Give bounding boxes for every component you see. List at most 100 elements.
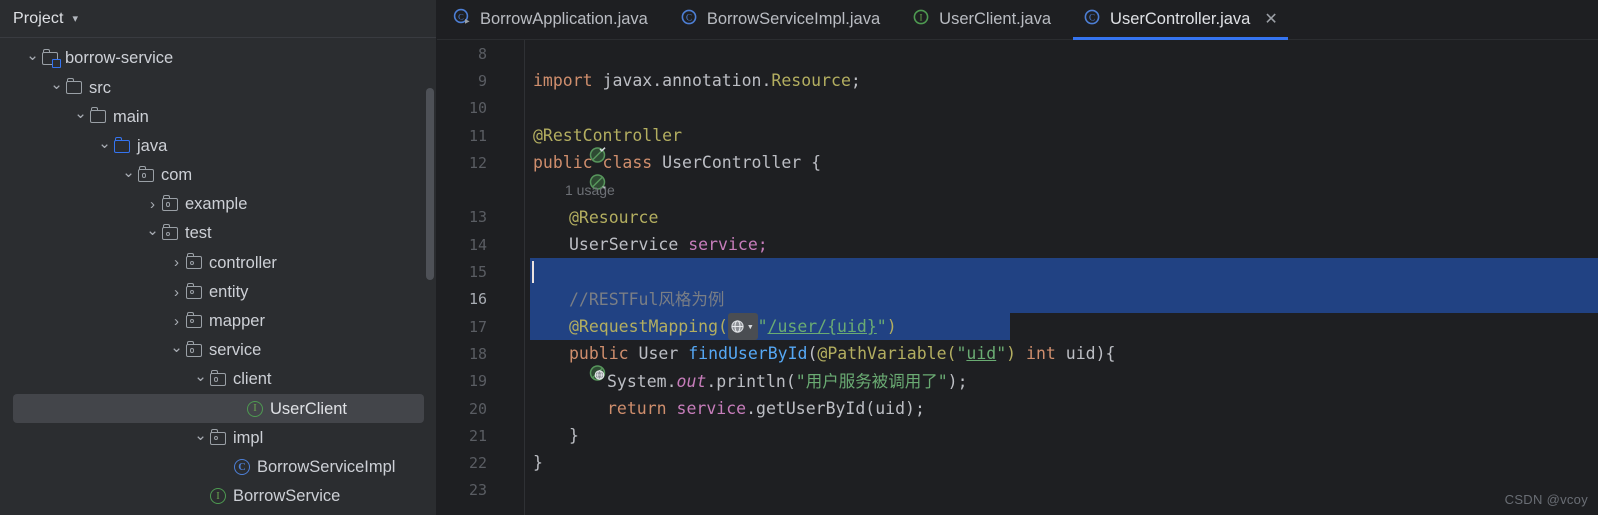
tree-item-example[interactable]: example bbox=[0, 190, 437, 219]
code-line: 12 public class UserController { bbox=[437, 149, 1598, 190]
code-text: public class UserController { bbox=[533, 149, 821, 176]
tree-item-test[interactable]: test bbox=[0, 219, 437, 248]
chevron-right-icon[interactable] bbox=[169, 255, 184, 270]
tree-item-entity[interactable]: entity bbox=[0, 278, 437, 307]
chevron-down-icon[interactable] bbox=[25, 51, 40, 66]
url-globe-chip[interactable]: ▾ bbox=[727, 312, 758, 341]
chevron-down-icon[interactable]: ▾ bbox=[73, 14, 79, 25]
token-punct: ( bbox=[807, 344, 818, 364]
code-text: UserService service; bbox=[569, 231, 768, 258]
line-number: 8 bbox=[477, 44, 487, 63]
token-url[interactable]: /user/{uid} bbox=[768, 317, 877, 336]
token-path-var[interactable]: uid bbox=[966, 344, 996, 363]
code-text: return service.getUserById(uid); bbox=[607, 395, 925, 422]
editor-panel: C BorrowApplication.java C BorrowServiceImp… bbox=[437, 0, 1598, 515]
class-icon: C bbox=[680, 8, 698, 31]
tree-item-src[interactable]: src bbox=[0, 73, 437, 102]
line-number: 18 bbox=[468, 344, 487, 363]
tree-item-userclient[interactable]: I UserClient bbox=[13, 394, 424, 424]
tree-item-main[interactable]: main bbox=[0, 102, 437, 131]
chevron-right-icon[interactable] bbox=[169, 314, 184, 329]
code-text: //RESTFul风格为例 bbox=[569, 289, 725, 309]
code-line: 23 bbox=[437, 477, 1598, 504]
usage-hint[interactable]: 1 usage bbox=[565, 182, 615, 198]
folder-icon bbox=[66, 78, 82, 95]
chevron-right-icon[interactable] bbox=[169, 285, 184, 300]
token-punct: ) bbox=[886, 316, 897, 336]
sidebar-scrollbar-thumb[interactable] bbox=[426, 88, 434, 280]
tree-item-label: mapper bbox=[209, 312, 265, 331]
token-punct: ) bbox=[1095, 344, 1106, 364]
tree-item-borrowservice[interactable]: I BorrowService bbox=[0, 482, 437, 511]
chevron-down-icon[interactable] bbox=[169, 343, 184, 358]
token-keyword: public bbox=[533, 153, 593, 173]
token-method: findUserById bbox=[688, 344, 808, 364]
tree-item-com[interactable]: com bbox=[0, 161, 437, 190]
line-number: 13 bbox=[468, 208, 487, 227]
tree-item-label: com bbox=[161, 166, 193, 185]
editor-tab-borrowserviceimpl[interactable]: C BorrowServiceImpl.java bbox=[664, 0, 896, 39]
tree-item-label: service bbox=[209, 341, 262, 360]
line-number: 19 bbox=[468, 372, 487, 391]
token-string: "用户服务被调用了" bbox=[795, 371, 948, 391]
ide-window: Project ▾ borrow-service src main java com ex… bbox=[0, 0, 1598, 515]
line-number: 22 bbox=[468, 454, 487, 473]
chevron-down-icon[interactable] bbox=[97, 139, 112, 154]
chevron-down-icon[interactable] bbox=[121, 168, 136, 183]
spring-bean-gutter-icon[interactable] bbox=[493, 127, 606, 163]
code-line: 20 return service.getUserById(uid); bbox=[437, 395, 1598, 422]
code-line-selected: 17 @RequestMapping(▾ "/user/{uid}") bbox=[437, 312, 1598, 341]
line-number: 11 bbox=[468, 126, 487, 145]
chevron-down-icon[interactable] bbox=[193, 431, 208, 446]
tree-item-client[interactable]: client bbox=[0, 365, 437, 394]
token-keyword: int bbox=[1026, 344, 1056, 364]
code-text: import javax.annotation.Resource; bbox=[533, 67, 861, 94]
code-line-selected: 18 public User findUserById(@PathVariabl… bbox=[437, 340, 1598, 381]
package-icon bbox=[186, 253, 202, 270]
tree-item-impl[interactable]: impl bbox=[0, 423, 437, 452]
chevron-down-icon[interactable] bbox=[145, 226, 160, 241]
line-number: 16 bbox=[468, 290, 487, 309]
package-icon bbox=[186, 311, 202, 328]
tree-item-borrowserviceimpl[interactable]: C BorrowServiceImpl bbox=[0, 453, 437, 482]
line-number: 12 bbox=[468, 153, 487, 172]
spring-bean-gutter-icon[interactable] bbox=[493, 154, 606, 190]
code-line-selected: 16 //RESTFul风格为例 bbox=[437, 286, 1598, 313]
tree-item-label: src bbox=[89, 78, 111, 97]
svg-text:C: C bbox=[458, 11, 464, 21]
sidebar-header[interactable]: Project ▾ bbox=[0, 0, 437, 38]
code-line: 21 } bbox=[437, 422, 1598, 449]
tree-item-controller[interactable]: controller bbox=[0, 248, 437, 277]
tree-item-borrow-service[interactable]: borrow-service bbox=[0, 44, 437, 73]
code-text: } bbox=[569, 426, 579, 446]
token-punct: ; bbox=[757, 235, 768, 255]
token-string: " bbox=[876, 316, 887, 336]
token-class: UserController bbox=[662, 153, 802, 173]
tree-item-service[interactable]: service bbox=[0, 336, 437, 365]
token-punct: ); bbox=[947, 371, 968, 391]
editor-tab-usercontroller[interactable]: C UserController.java ✕ bbox=[1067, 0, 1294, 40]
tree-item-label: impl bbox=[233, 428, 264, 447]
editor-tab-borrowapplication[interactable]: C BorrowApplication.java bbox=[437, 0, 664, 39]
code-editor[interactable]: 8 9 import javax.annotation.Resource; 10… bbox=[437, 40, 1598, 515]
chevron-down-icon[interactable] bbox=[49, 80, 64, 95]
spring-class-icon: C bbox=[453, 8, 471, 31]
chevron-right-icon[interactable] bbox=[145, 197, 160, 212]
tree-item-label: UserClient bbox=[270, 399, 348, 418]
interface-icon: I bbox=[210, 488, 226, 505]
chevron-down-icon[interactable]: ▾ bbox=[745, 313, 756, 340]
line-number: 15 bbox=[468, 263, 487, 282]
chevron-down-icon[interactable] bbox=[73, 109, 88, 124]
close-icon[interactable]: ✕ bbox=[1264, 11, 1277, 28]
token-class: Resource bbox=[771, 71, 851, 91]
editor-tab-userclient[interactable]: I UserClient.java bbox=[896, 0, 1067, 39]
package-icon bbox=[138, 165, 154, 182]
token-field: service bbox=[688, 235, 758, 255]
chevron-down-icon[interactable] bbox=[193, 372, 208, 387]
code-line: 11 @RestController bbox=[437, 122, 1598, 163]
project-tree: borrow-service srcmain java com example test c… bbox=[0, 38, 437, 511]
web-endpoint-gutter-icon[interactable] bbox=[493, 345, 606, 381]
tree-item-java[interactable]: java bbox=[0, 132, 437, 161]
token-package: javax.annotation. bbox=[592, 71, 772, 91]
tree-item-mapper[interactable]: mapper bbox=[0, 307, 437, 336]
